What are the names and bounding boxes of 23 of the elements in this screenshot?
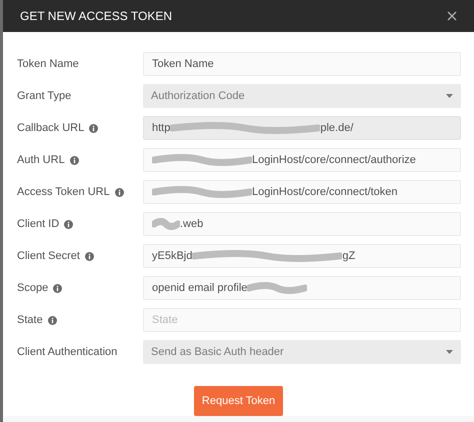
dropdown-field[interactable]: Send as Basic Auth header: [143, 340, 461, 364]
field-label: Client Secret: [17, 248, 80, 264]
input-field[interactable]: LoginHost/core/connect/authorize: [143, 148, 461, 172]
caret-icon: [446, 350, 453, 354]
input-field[interactable]: openid email profile: [143, 276, 461, 300]
field-label: State: [17, 312, 43, 328]
input-field[interactable]: yE5kBjd gZ: [143, 244, 461, 268]
field-label: Grant Type: [17, 88, 72, 104]
field-label: Auth URL: [17, 152, 65, 168]
field-label: Token Name: [17, 56, 79, 72]
dropdown-field[interactable]: Authorization Code: [143, 84, 461, 108]
caret-icon: [446, 94, 453, 98]
input-field[interactable]: LoginHost/core/connect/token: [143, 180, 461, 204]
input-field[interactable]: http ple.de/: [143, 116, 461, 140]
input-field[interactable]: .web: [143, 212, 461, 236]
input-field[interactable]: Token Name: [143, 52, 461, 76]
window-title: GET NEW ACCESS TOKEN: [20, 8, 172, 25]
field-label: Client Authentication: [17, 344, 118, 360]
field-label: Scope: [17, 280, 48, 296]
field-label: Callback URL: [17, 120, 84, 136]
close-icon[interactable]: [447, 11, 457, 21]
field-label: Access Token URL: [17, 184, 110, 200]
field-label: Client ID: [17, 216, 60, 232]
